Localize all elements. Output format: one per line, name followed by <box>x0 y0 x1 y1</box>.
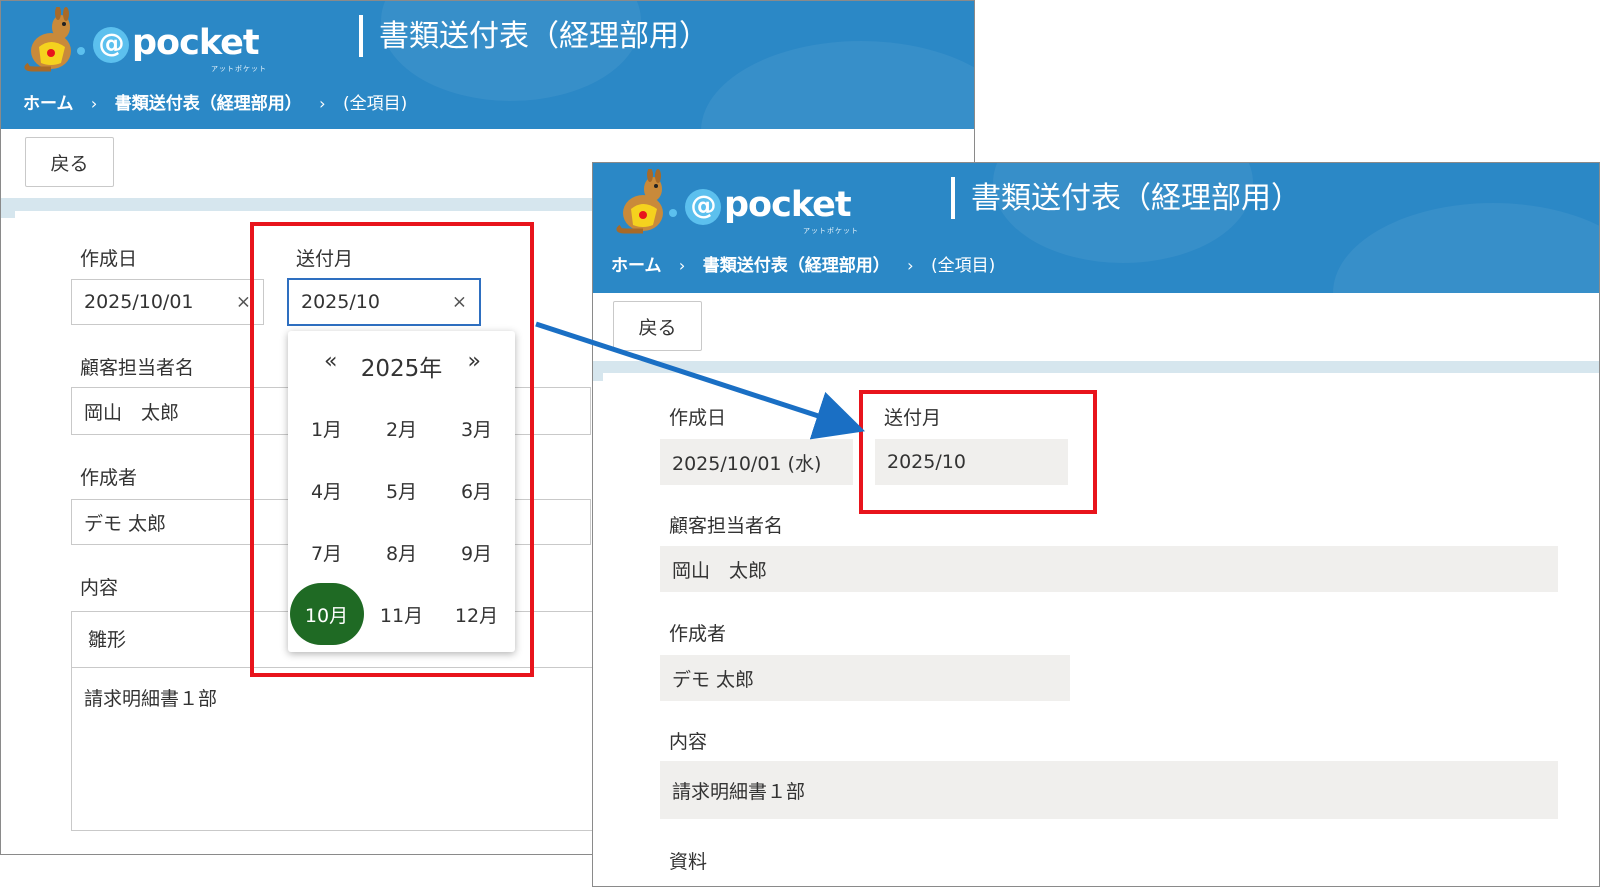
client-staff-value: 岡山 太郎 <box>84 401 180 424</box>
breadcrumb: ホーム › 書類送付表（経理部用） › (全項目) <box>23 89 419 114</box>
kangaroo-mascot-icon <box>616 169 677 234</box>
client-staff-display: 岡山 太郎 <box>660 546 1558 592</box>
breadcrumb-view: (全項目) <box>930 256 996 276</box>
kangaroo-mascot-icon <box>24 7 85 72</box>
client-staff-value: 岡山 太郎 <box>672 559 768 582</box>
author-label: 作成者 <box>80 467 138 489</box>
view-screen-window: @ pocket アットポケット 書類送付表（経理部用） ホーム › 書類送付表（… <box>592 162 1600 887</box>
created-date-value: 2025/10/01 <box>84 291 194 313</box>
created-date-input[interactable]: 2025/10/01 × <box>71 279 264 325</box>
author-value: デモ 太郎 <box>672 668 755 691</box>
breadcrumb-home[interactable]: ホーム <box>611 251 662 276</box>
page-title: 書類送付表（経理部用） <box>379 19 709 54</box>
highlight-box-view <box>859 390 1097 514</box>
logo-wordmark: @ pocket <box>93 23 260 63</box>
breadcrumb: ホーム › 書類送付表（経理部用） › (全項目) <box>611 251 1007 276</box>
app-header: @ pocket アットポケット 書類送付表（経理部用） ホーム › 書類送付表（… <box>1 1 974 129</box>
logo-subtext: アットポケット <box>803 227 859 235</box>
breadcrumb-view: (全項目) <box>342 94 408 114</box>
created-date-label: 作成日 <box>669 407 727 429</box>
breadcrumb-page[interactable]: 書類送付表（経理部用） <box>115 89 302 114</box>
content-label: 内容 <box>80 577 119 599</box>
client-staff-label: 顧客担当者名 <box>80 357 195 379</box>
breadcrumb-separator: › <box>907 256 914 275</box>
back-button[interactable]: 戻る <box>25 137 114 187</box>
breadcrumb-page[interactable]: 書類送付表（経理部用） <box>703 251 890 276</box>
content-display: 請求明細書１部 <box>660 761 1558 819</box>
pocket-logo[interactable]: @ pocket アットポケット <box>21 7 271 73</box>
created-date-label: 作成日 <box>80 248 138 270</box>
breadcrumb-separator: › <box>90 94 98 113</box>
author-value: デモ 太郎 <box>84 512 167 535</box>
content-text: 請求明細書１部 <box>84 688 218 710</box>
documents-label: 資料 <box>669 851 708 873</box>
breadcrumb-separator: › <box>678 256 686 275</box>
page-title: 書類送付表（経理部用） <box>971 181 1301 216</box>
title-divider <box>359 15 363 57</box>
content-label: 内容 <box>669 731 708 753</box>
pocket-logo[interactable]: @ pocket アットポケット <box>613 169 863 235</box>
logo-subtext: アットポケット <box>211 65 267 73</box>
author-display: デモ 太郎 <box>660 655 1070 701</box>
logo-wordmark: @ pocket <box>685 185 852 225</box>
content-value: 請求明細書１部 <box>672 780 806 803</box>
clear-x-icon[interactable]: × <box>236 292 251 313</box>
back-button[interactable]: 戻る <box>613 301 702 351</box>
app-header: @ pocket アットポケット 書類送付表（経理部用） ホーム › 書類送付表（… <box>593 163 1599 293</box>
breadcrumb-separator: › <box>319 94 326 113</box>
created-date-display: 2025/10/01 (水) <box>660 439 853 485</box>
highlight-box-edit <box>250 222 534 677</box>
author-label: 作成者 <box>669 623 727 645</box>
client-staff-label: 顧客担当者名 <box>669 515 784 537</box>
created-date-value: 2025/10/01 (水) <box>672 452 822 475</box>
title-divider <box>951 177 955 219</box>
breadcrumb-home[interactable]: ホーム <box>23 89 74 114</box>
